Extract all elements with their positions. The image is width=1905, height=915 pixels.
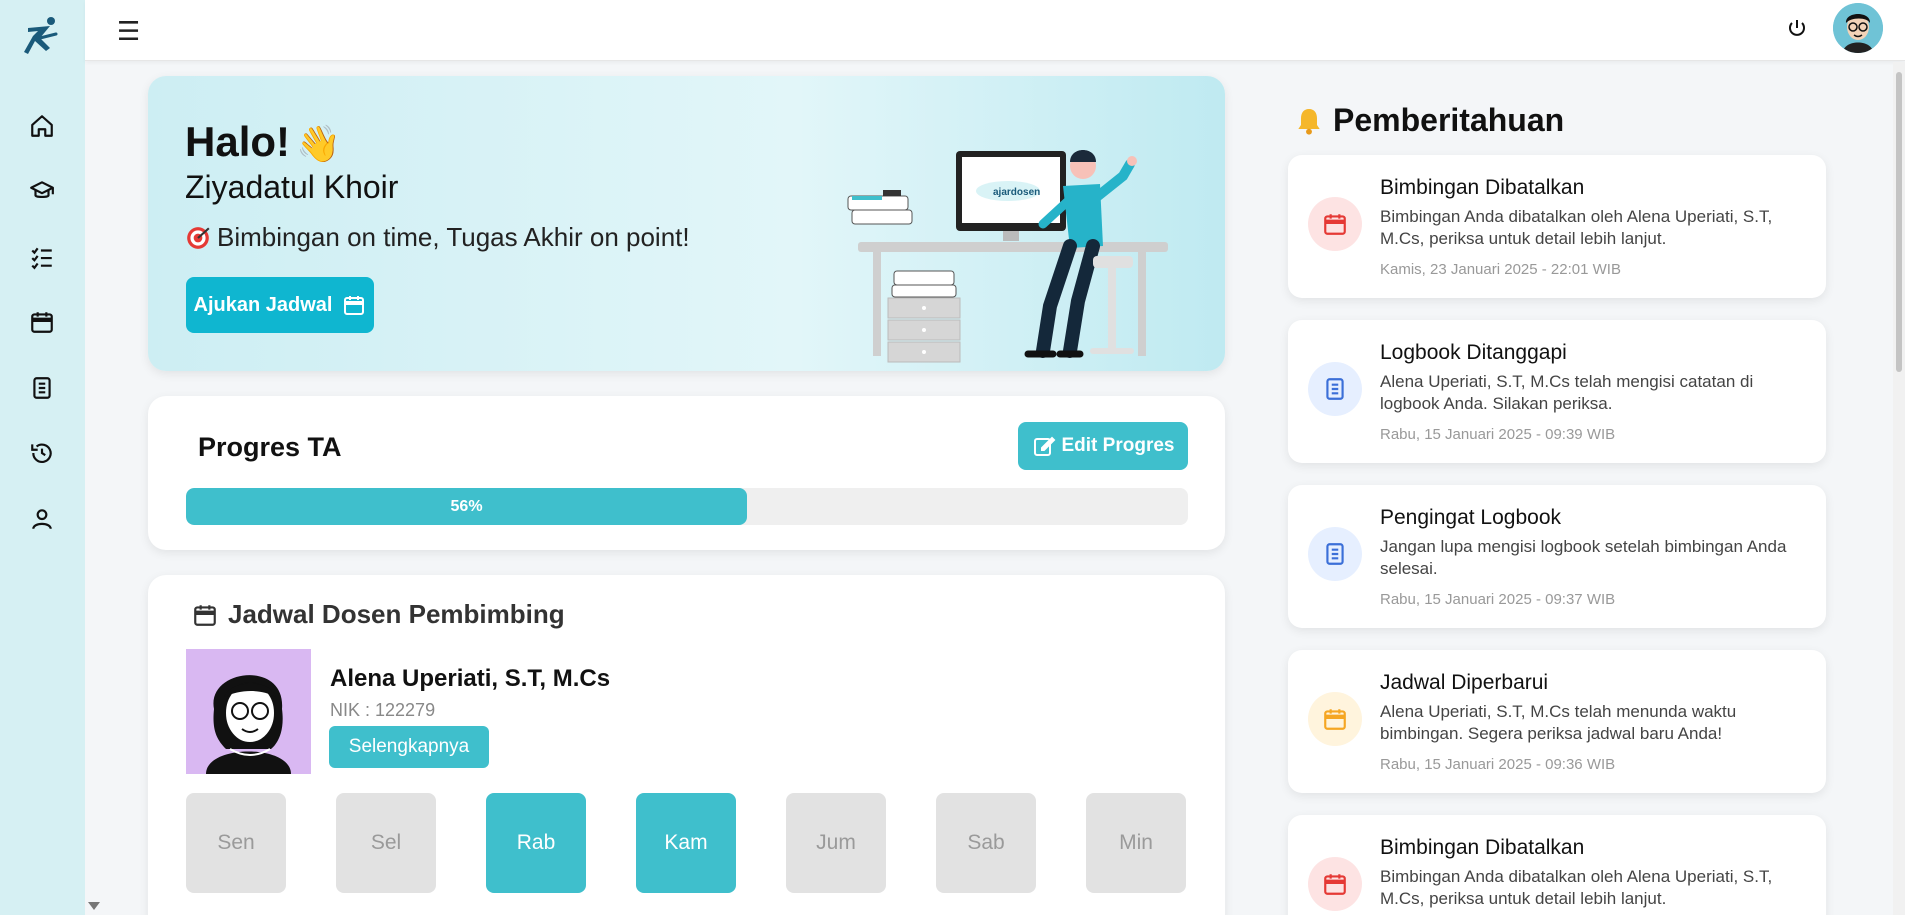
day-rab[interactable]: Rab: [486, 793, 586, 893]
target-icon: [187, 226, 210, 249]
calendar-icon: [1324, 214, 1346, 235]
edit-icon: [1033, 436, 1055, 456]
scrollbar-thumb[interactable]: [1896, 72, 1902, 372]
notification-title: Jadwal Diperbarui: [1380, 671, 1549, 694]
progress-card: Progres TA Edit Progres 56%: [148, 396, 1225, 550]
day-sab[interactable]: Sab: [936, 793, 1036, 893]
jadwal-card: Jadwal Dosen Pembimbing Alena Uperiati, …: [148, 575, 1225, 915]
calendar-icon: [194, 604, 216, 626]
day-list: Sen Sel Rab Kam Jum Sab Min: [186, 793, 1186, 893]
app-logo-icon[interactable]: [20, 14, 64, 58]
scrollbar[interactable]: [1893, 62, 1905, 915]
logbook-icon[interactable]: [26, 372, 58, 404]
notification-item[interactable]: Bimbingan Dibatalkan Bimbingan Anda dibat…: [1288, 155, 1826, 298]
notifications-title: Pemberitahuan: [1293, 102, 1564, 139]
notification-icon: [1308, 527, 1362, 581]
scroll-down-arrow-icon[interactable]: [88, 902, 100, 910]
jadwal-header: Jadwal Dosen Pembimbing: [192, 599, 565, 630]
hero-illustration: ajardosen: [847, 150, 1168, 363]
notification-title: Pengingat Logbook: [1380, 506, 1561, 529]
notification-icon: [1308, 857, 1362, 911]
day-sen[interactable]: Sen: [186, 793, 286, 893]
notification-body: Jangan lupa mengisi logbook setelah bimb…: [1380, 537, 1787, 578]
notification-item[interactable]: Jadwal Diperbarui Alena Uperiati, S.T, M.…: [1288, 650, 1826, 793]
hero-tagline: Bimbingan on time, Tugas Akhir on point!: [185, 222, 690, 253]
graduation-cap-icon[interactable]: [26, 175, 58, 207]
notification-title: Logbook Ditanggapi: [1380, 341, 1567, 364]
progress-bar: 56%: [186, 488, 1188, 525]
notification-body: Bimbingan Anda dibatalkan oleh Alena Upe…: [1380, 207, 1773, 248]
dosen-avatar: [186, 649, 311, 774]
notification-body: Alena Uperiati, S.T, M.Cs telah menunda …: [1380, 702, 1737, 743]
notification-title: Bimbingan Dibatalkan: [1380, 836, 1585, 859]
hamburger-icon[interactable]: ☰: [117, 18, 140, 44]
bell-icon: [1298, 108, 1320, 135]
calendar-icon: [1324, 874, 1346, 895]
notification-body: Bimbingan Anda dibatalkan oleh Alena Upe…: [1380, 867, 1773, 908]
wave-emoji: 👋: [296, 123, 341, 164]
topbar: ☰: [85, 0, 1905, 61]
logbook-icon: [1326, 543, 1344, 565]
notification-icon: [1308, 692, 1362, 746]
hero-banner: Halo! 👋 Ziyadatul Khoir Bimbingan on time…: [148, 76, 1225, 371]
hero-greeting: Halo! 👋: [185, 118, 341, 165]
progress-title: Progres TA: [198, 432, 342, 462]
calendar-icon: [344, 296, 365, 315]
notification-item[interactable]: Logbook Ditanggapi Alena Uperiati, S.T, M…: [1288, 320, 1826, 463]
monitor-brand-text: ajardosen: [993, 187, 1040, 198]
notification-time: Rabu, 15 Januari 2025 - 09:36 WIB: [1380, 756, 1616, 773]
history-icon[interactable]: [26, 437, 58, 469]
day-min[interactable]: Min: [1086, 793, 1186, 893]
hero-username: Ziyadatul Khoir: [185, 169, 399, 205]
day-jum[interactable]: Jum: [786, 793, 886, 893]
logbook-icon: [1326, 378, 1344, 400]
notification-icon: [1308, 362, 1362, 416]
notification-time: Kamis, 23 Januari 2025 - 22:01 WIB: [1380, 261, 1621, 278]
notification-item[interactable]: Bimbingan Dibatalkan Bimbingan Anda dibat…: [1288, 815, 1826, 915]
power-icon[interactable]: [1785, 17, 1809, 41]
notification-title: Bimbingan Dibatalkan: [1380, 176, 1585, 199]
user-icon[interactable]: [26, 503, 58, 535]
calendar-icon[interactable]: [26, 306, 58, 338]
day-sel[interactable]: Sel: [336, 793, 436, 893]
notification-icon: [1308, 197, 1362, 251]
notification-time: Rabu, 15 Januari 2025 - 09:39 WIB: [1380, 426, 1616, 443]
sidebar: [0, 0, 85, 915]
dosen-name: Alena Uperiati, S.T, M.Cs: [330, 665, 611, 692]
notification-time: Rabu, 15 Januari 2025 - 09:37 WIB: [1380, 591, 1616, 608]
progress-bar-fill: 56%: [186, 488, 748, 525]
selengkapnya-button[interactable]: Selengkapnya: [329, 726, 489, 768]
checklist-icon[interactable]: [26, 241, 58, 273]
day-kam[interactable]: Kam: [636, 793, 736, 893]
calendar-icon: [1324, 709, 1346, 730]
ajukan-jadwal-button[interactable]: Ajukan Jadwal: [186, 277, 374, 333]
notification-body: Alena Uperiati, S.T, M.Cs telah mengisi …: [1380, 372, 1754, 413]
home-icon[interactable]: [26, 110, 58, 142]
user-avatar[interactable]: [1833, 3, 1883, 53]
dosen-nik: NIK : 122279: [330, 700, 436, 720]
notification-item[interactable]: Pengingat Logbook Jangan lupa mengisi log…: [1288, 485, 1826, 628]
edit-progres-button[interactable]: Edit Progres: [1018, 422, 1188, 470]
